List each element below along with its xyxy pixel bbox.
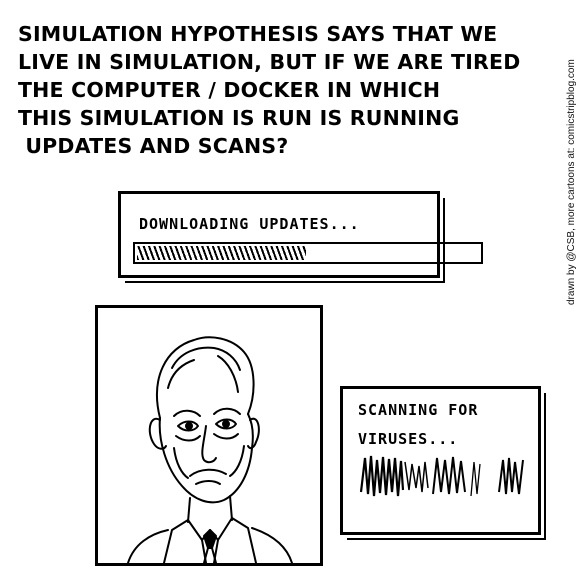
caption-line: UPDATES AND SCANS? [18,134,289,158]
update-label: DOWNLOADING UPDATES... [139,215,360,233]
caption: SIMULATION HYPOTHESIS SAYS THAT WE LIVE … [18,20,538,160]
update-progress-bar [133,242,483,264]
scan-label-line2: VIRUSES... [358,430,459,448]
update-progress-fill [137,246,306,260]
caption-line: SIMULATION HYPOTHESIS SAYS THAT WE [18,22,498,46]
scan-dialog: SCANNING FOR VIRUSES... [340,386,546,540]
update-dialog: DOWNLOADING UPDATES... [118,191,483,283]
artist-credit: drawn by @CSB, more cartoons at: comicst… [566,59,577,305]
portrait-frame [95,305,323,566]
scan-scribble [359,455,524,497]
caption-line: THIS SIMULATION IS RUN IS RUNNING [18,106,460,130]
tired-man-illustration [127,336,293,563]
caption-line: THE COMPUTER / DOCKER IN WHICH [18,78,441,102]
scan-label-line1: SCANNING FOR [358,401,479,419]
caption-line: LIVE IN SIMULATION, BUT IF WE ARE TIRED [18,50,521,74]
